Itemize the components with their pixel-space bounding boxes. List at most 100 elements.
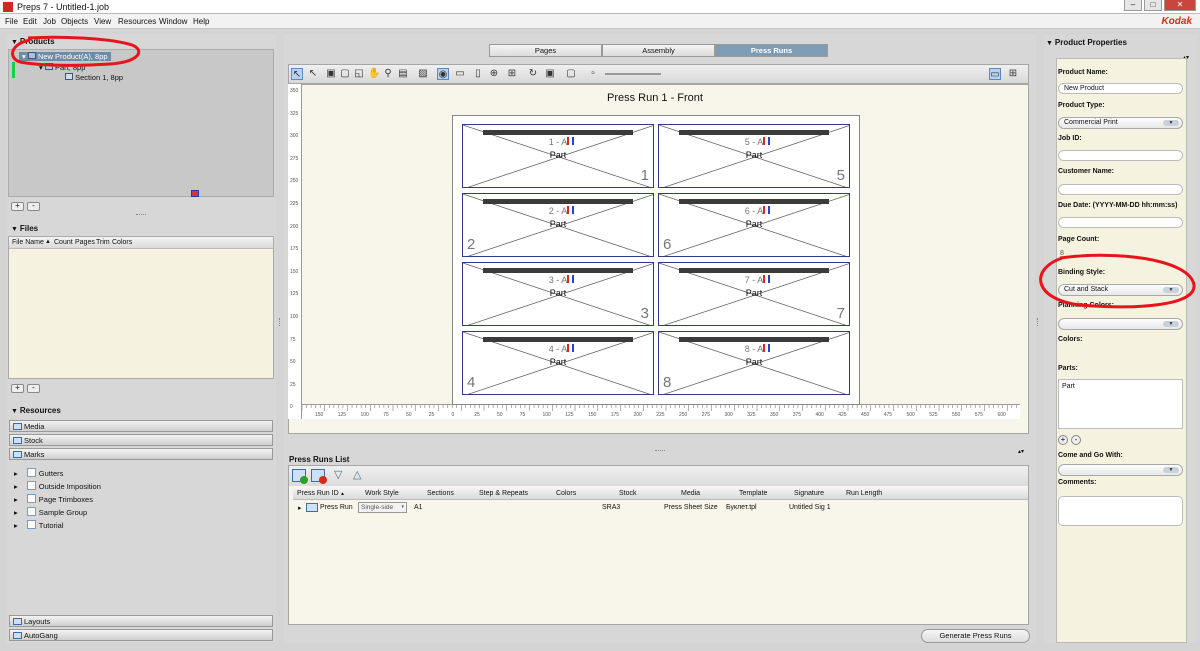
col-run-length[interactable]: Run Length — [846, 490, 882, 500]
remove-product-button[interactable]: - — [27, 202, 40, 211]
expand-icon[interactable]: ▴▾ — [1018, 448, 1024, 455]
page-cell[interactable]: 5 - A Part 5 — [658, 124, 850, 188]
zoom-slider[interactable] — [605, 73, 661, 75]
mark-tutorial[interactable]: ▸ Tutorial — [14, 520, 64, 530]
resource-bar-stock[interactable]: Stock — [9, 434, 273, 446]
add-file-button[interactable]: + — [11, 384, 24, 393]
zoom-icon[interactable]: ⚲ — [382, 68, 394, 80]
add-press-run-icon[interactable] — [292, 469, 308, 484]
mark-gutters[interactable]: ▸ Gutters — [14, 468, 63, 478]
col-signature[interactable]: Signature — [794, 490, 824, 500]
resource-bar-layouts[interactable]: Layouts — [9, 615, 273, 627]
splitter-handle[interactable] — [279, 318, 281, 326]
planning-colors-select[interactable]: ▼ — [1058, 318, 1183, 330]
row-expand-icon[interactable]: ▸ — [298, 504, 302, 512]
products-header[interactable]: ▼ Products — [11, 37, 55, 46]
press-sheet[interactable]: 1 - A Part 1 5 - A Part 5 2 - A Part 2 6 - A Part 6… — [452, 115, 860, 405]
customer-name-field[interactable] — [1058, 184, 1183, 195]
come-and-go-select[interactable]: ▼ — [1058, 464, 1183, 476]
parts-list[interactable]: Part — [1058, 379, 1183, 429]
job-id-field[interactable] — [1058, 150, 1183, 161]
splitter-handle[interactable] — [655, 450, 665, 452]
crosshair-icon[interactable]: ⊕ — [488, 68, 500, 80]
col-count[interactable]: Count — [54, 239, 73, 246]
direct-select-icon[interactable]: ↖ — [307, 68, 319, 80]
col-press-run-id[interactable]: Press Run ID — [297, 490, 339, 500]
page-cell[interactable]: 7 - A Part 7 — [658, 262, 850, 326]
splitter-handle[interactable] — [1037, 318, 1039, 326]
palette-icon[interactable]: ▨ — [417, 68, 429, 80]
menu-file[interactable]: File — [5, 17, 18, 26]
resource-bar-media[interactable]: Media — [9, 420, 273, 432]
menu-window[interactable]: Window — [159, 17, 187, 26]
col-sections[interactable]: Sections — [427, 490, 454, 500]
product-type-select[interactable]: Commercial Print ▼ — [1058, 117, 1183, 129]
remove-file-button[interactable]: - — [27, 384, 40, 393]
menu-help[interactable]: Help — [193, 17, 209, 26]
ruler-icon[interactable]: ▭ — [454, 68, 466, 80]
resource-bar-marks[interactable]: Marks — [9, 448, 273, 460]
due-date-field[interactable] — [1058, 217, 1183, 228]
mark-page-trimboxes[interactable]: ▸ Page Trimboxes — [14, 494, 93, 504]
col-colors[interactable]: Colors — [112, 239, 132, 246]
resource-bar-autogang[interactable]: AutoGang — [9, 629, 273, 641]
tree-item-product[interactable]: ▾ New Product(A), 8pp — [19, 52, 111, 61]
comments-field[interactable] — [1058, 496, 1183, 526]
minimize-button[interactable]: – — [1124, 0, 1142, 11]
grid-view-icon[interactable]: ⊞ — [1007, 68, 1019, 80]
product-name-field[interactable]: New Product — [1058, 83, 1183, 94]
col-work-style[interactable]: Work Style — [365, 490, 399, 500]
files-header[interactable]: ▼ Files — [11, 224, 38, 233]
tab-assembly[interactable]: Assembly — [602, 44, 715, 57]
tree-item-part[interactable]: ▾ Part, 8pp — [39, 63, 85, 72]
col-file-name[interactable]: File Name — [12, 239, 44, 246]
list-item[interactable]: Part — [1062, 383, 1179, 390]
group-icon[interactable]: ▣ — [544, 68, 556, 80]
page-cell[interactable]: 3 - A Part 3 — [462, 262, 654, 326]
layout-tool-icon[interactable]: ▤ — [397, 68, 409, 80]
preview-icon[interactable]: ◉ — [437, 68, 449, 80]
col-trim[interactable]: Trim — [96, 239, 110, 246]
menu-edit[interactable]: Edit — [23, 17, 37, 26]
select-tool-icon[interactable]: ↖ — [291, 68, 303, 80]
work-style-select[interactable]: Single-side ▾ — [358, 502, 407, 513]
mark-outside-imposition[interactable]: ▸ Outside Imposition — [14, 481, 101, 491]
binding-style-select[interactable]: Cut and Stack ▼ — [1058, 284, 1183, 296]
col-stock[interactable]: Stock — [619, 490, 637, 500]
add-product-button[interactable]: + — [11, 202, 24, 211]
move-down-icon[interactable]: ▽ — [334, 470, 342, 481]
maximize-button[interactable]: □ — [1144, 0, 1162, 11]
add-page-icon[interactable]: ▣ — [325, 68, 337, 80]
col-pages[interactable]: Pages — [75, 239, 95, 246]
delete-press-run-icon[interactable] — [311, 469, 327, 484]
resources-header[interactable]: ▼ Resources — [11, 406, 61, 415]
rotate-icon[interactable]: ↻ — [527, 68, 539, 80]
ungroup-icon[interactable]: ▢ — [565, 68, 577, 80]
splitter-handle[interactable] — [136, 214, 146, 216]
col-media[interactable]: Media — [681, 490, 700, 500]
mark-sample-group[interactable]: ▸ Sample Group — [14, 507, 87, 517]
page-cell[interactable]: 8 - A Part 8 — [658, 331, 850, 395]
single-view-icon[interactable]: ▭ — [989, 68, 1001, 80]
page-cell[interactable]: 2 - A Part 2 — [462, 193, 654, 257]
stretch-icon[interactable]: ◱ — [353, 68, 365, 80]
document-icon[interactable]: ▯ — [472, 68, 484, 80]
zoom-out-icon[interactable]: ▫ — [587, 68, 599, 80]
menu-objects[interactable]: Objects — [61, 17, 88, 26]
product-properties-header[interactable]: ▼ Product Properties — [1046, 38, 1127, 47]
page-cell[interactable]: 1 - A Part 1 — [462, 124, 654, 188]
generate-press-runs-button[interactable]: Generate Press Runs — [921, 629, 1030, 643]
col-step-repeats[interactable]: Step & Repeats — [479, 490, 528, 500]
page-cell[interactable]: 4 - A Part 4 — [462, 331, 654, 395]
menu-view[interactable]: View — [94, 17, 111, 26]
tab-press-runs[interactable]: Press Runs — [715, 44, 828, 57]
remove-part-button[interactable]: - — [1071, 435, 1081, 445]
page-cell[interactable]: 6 - A Part 6 — [658, 193, 850, 257]
col-template[interactable]: Template — [739, 490, 767, 500]
page-icon[interactable]: ▢ — [339, 68, 351, 80]
split-icon[interactable]: ⊞ — [506, 68, 518, 80]
move-up-icon[interactable]: △ — [353, 470, 361, 481]
menu-job[interactable]: Job — [43, 17, 56, 26]
add-part-button[interactable]: + — [1058, 435, 1068, 445]
menu-resources[interactable]: Resources — [118, 17, 156, 26]
